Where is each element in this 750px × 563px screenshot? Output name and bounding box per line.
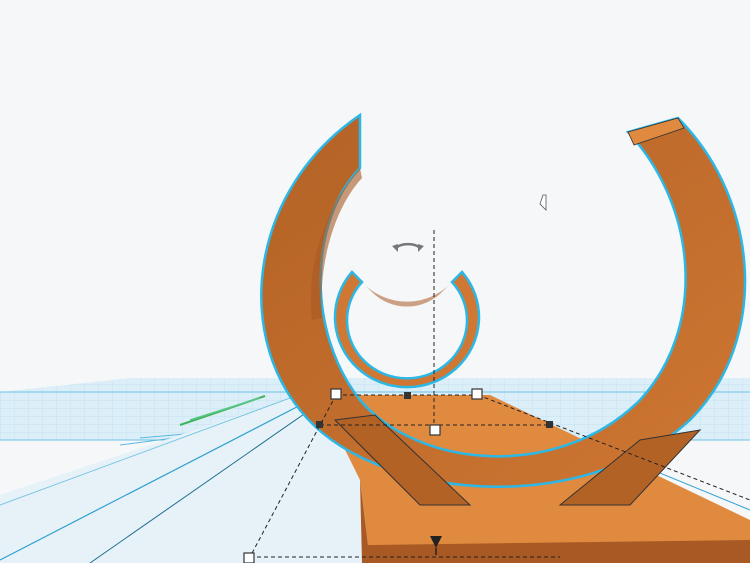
edge-handle-back[interactable] <box>404 392 411 399</box>
mouse-cursor-icon <box>539 194 547 211</box>
3d-viewport[interactable] <box>0 0 750 563</box>
center-handle[interactable] <box>429 424 441 436</box>
rotate-arc-icon[interactable] <box>392 242 424 252</box>
corner-handle-back-right[interactable] <box>471 388 483 400</box>
edge-handle-left[interactable] <box>316 421 323 428</box>
edge-handle-right[interactable] <box>546 421 553 428</box>
corner-handle-back-left[interactable] <box>330 388 342 400</box>
corner-handle-front-left[interactable] <box>243 552 255 563</box>
small-ring-shape[interactable] <box>333 270 481 389</box>
